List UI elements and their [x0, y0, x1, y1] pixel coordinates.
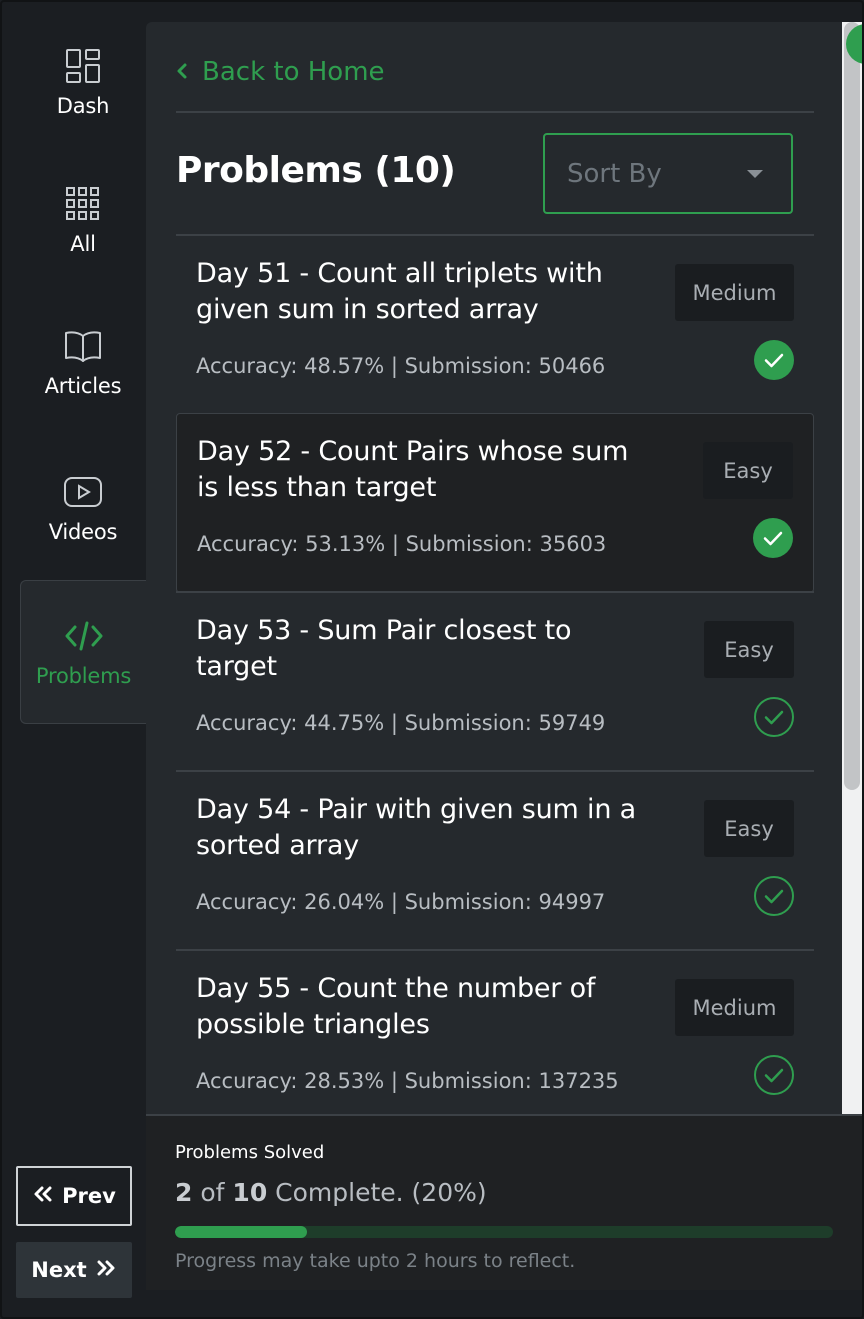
problem-title: Day 52 - Count Pairs whose sum is less t…: [197, 436, 629, 503]
difficulty-badge: Easy: [704, 621, 794, 678]
problem-stats: Accuracy: 53.13% | Submission: 35603: [197, 532, 607, 556]
prev-button[interactable]: Prev: [16, 1166, 132, 1226]
nav-item-label: Dash: [56, 94, 110, 118]
nav-item-label: Problems: [35, 664, 132, 688]
double-chevron-left-icon: [32, 1184, 54, 1208]
nav-item-all[interactable]: All: [20, 148, 146, 292]
nav-item-label: Videos: [48, 520, 118, 544]
left-nav-rail: Dash All Articles Videos Problems Prev N…: [0, 0, 146, 1319]
solved-count: 2: [175, 1178, 193, 1207]
chevron-left-icon: [176, 57, 188, 87]
difficulty-badge: Easy: [703, 442, 793, 499]
complete-text: Complete. (20%): [275, 1178, 487, 1207]
problem-card[interactable]: Day 52 - Count Pairs whose sum is less t…: [176, 413, 814, 593]
progress-summary: 2 of 10 Complete. (20%): [175, 1178, 487, 1207]
total-count: 10: [232, 1178, 268, 1207]
check-circle-outline-icon: [754, 876, 794, 916]
difficulty-badge: Medium: [675, 264, 794, 321]
problem-card[interactable]: Day 53 - Sum Pair closest to target Easy…: [176, 593, 814, 771]
next-button[interactable]: Next: [16, 1242, 132, 1298]
problem-title: Day 53 - Sum Pair closest to target: [196, 615, 572, 682]
problem-stats: Accuracy: 28.53% | Submission: 137235: [196, 1069, 619, 1093]
caret-down-icon: [747, 169, 763, 178]
header-divider: [176, 111, 814, 113]
nav-item-articles[interactable]: Articles: [20, 290, 146, 434]
difficulty-badge: Medium: [675, 979, 794, 1036]
check-circle-outline-icon: [754, 697, 794, 737]
problem-title: Day 55 - Count the number of possible tr…: [196, 973, 596, 1040]
nav-item-label: Articles: [44, 374, 122, 398]
progress-bar: [175, 1226, 833, 1238]
scrollbar-thumb[interactable]: [844, 22, 860, 790]
check-circle-outline-icon: [754, 1055, 794, 1095]
dashboard-icon: [63, 46, 103, 86]
of-text: of: [200, 1178, 225, 1207]
problem-card[interactable]: Day 54 - Pair with given sum in a sorted…: [176, 772, 814, 950]
progress-footer: Problems Solved 2 of 10 Complete. (20%) …: [146, 1114, 862, 1290]
nav-item-problems[interactable]: Problems: [20, 580, 146, 724]
video-icon: [63, 472, 103, 512]
nav-item-label: All: [70, 232, 96, 256]
book-icon: [63, 326, 103, 366]
sort-by-placeholder: Sort By: [567, 158, 662, 189]
problems-panel: Back to Home Problems (10) Sort By Day 5…: [146, 22, 842, 1114]
problem-card[interactable]: Day 55 - Count the number of possible tr…: [176, 951, 814, 1114]
check-circle-filled-icon: [754, 340, 794, 380]
back-to-home-link[interactable]: Back to Home: [176, 52, 385, 92]
problem-stats: Accuracy: 26.04% | Submission: 94997: [196, 890, 606, 914]
progress-bar-fill: [175, 1226, 307, 1238]
difficulty-badge: Easy: [704, 800, 794, 857]
code-icon: [64, 616, 104, 656]
problem-title: Day 54 - Pair with given sum in a sorted…: [196, 794, 636, 861]
problem-title: Day 51 - Count all triplets with given s…: [196, 258, 603, 325]
problem-stats: Accuracy: 48.57% | Submission: 50466: [196, 354, 606, 378]
sort-by-dropdown[interactable]: Sort By: [543, 133, 793, 214]
progress-title: Problems Solved: [175, 1142, 325, 1163]
page-title: Problems (10): [176, 150, 456, 191]
nav-item-videos[interactable]: Videos: [20, 436, 146, 580]
progress-note: Progress may take upto 2 hours to reflec…: [175, 1250, 576, 1272]
grid-icon: [63, 184, 103, 224]
double-chevron-right-icon: [95, 1258, 117, 1282]
next-button-label: Next: [31, 1258, 87, 1282]
problem-stats: Accuracy: 44.75% | Submission: 59749: [196, 711, 606, 735]
nav-item-dash[interactable]: Dash: [20, 10, 146, 154]
problem-card[interactable]: Day 51 - Count all triplets with given s…: [176, 236, 814, 414]
prev-button-label: Prev: [62, 1184, 116, 1208]
back-link-label: Back to Home: [202, 57, 385, 87]
check-circle-filled-icon: [753, 518, 793, 558]
